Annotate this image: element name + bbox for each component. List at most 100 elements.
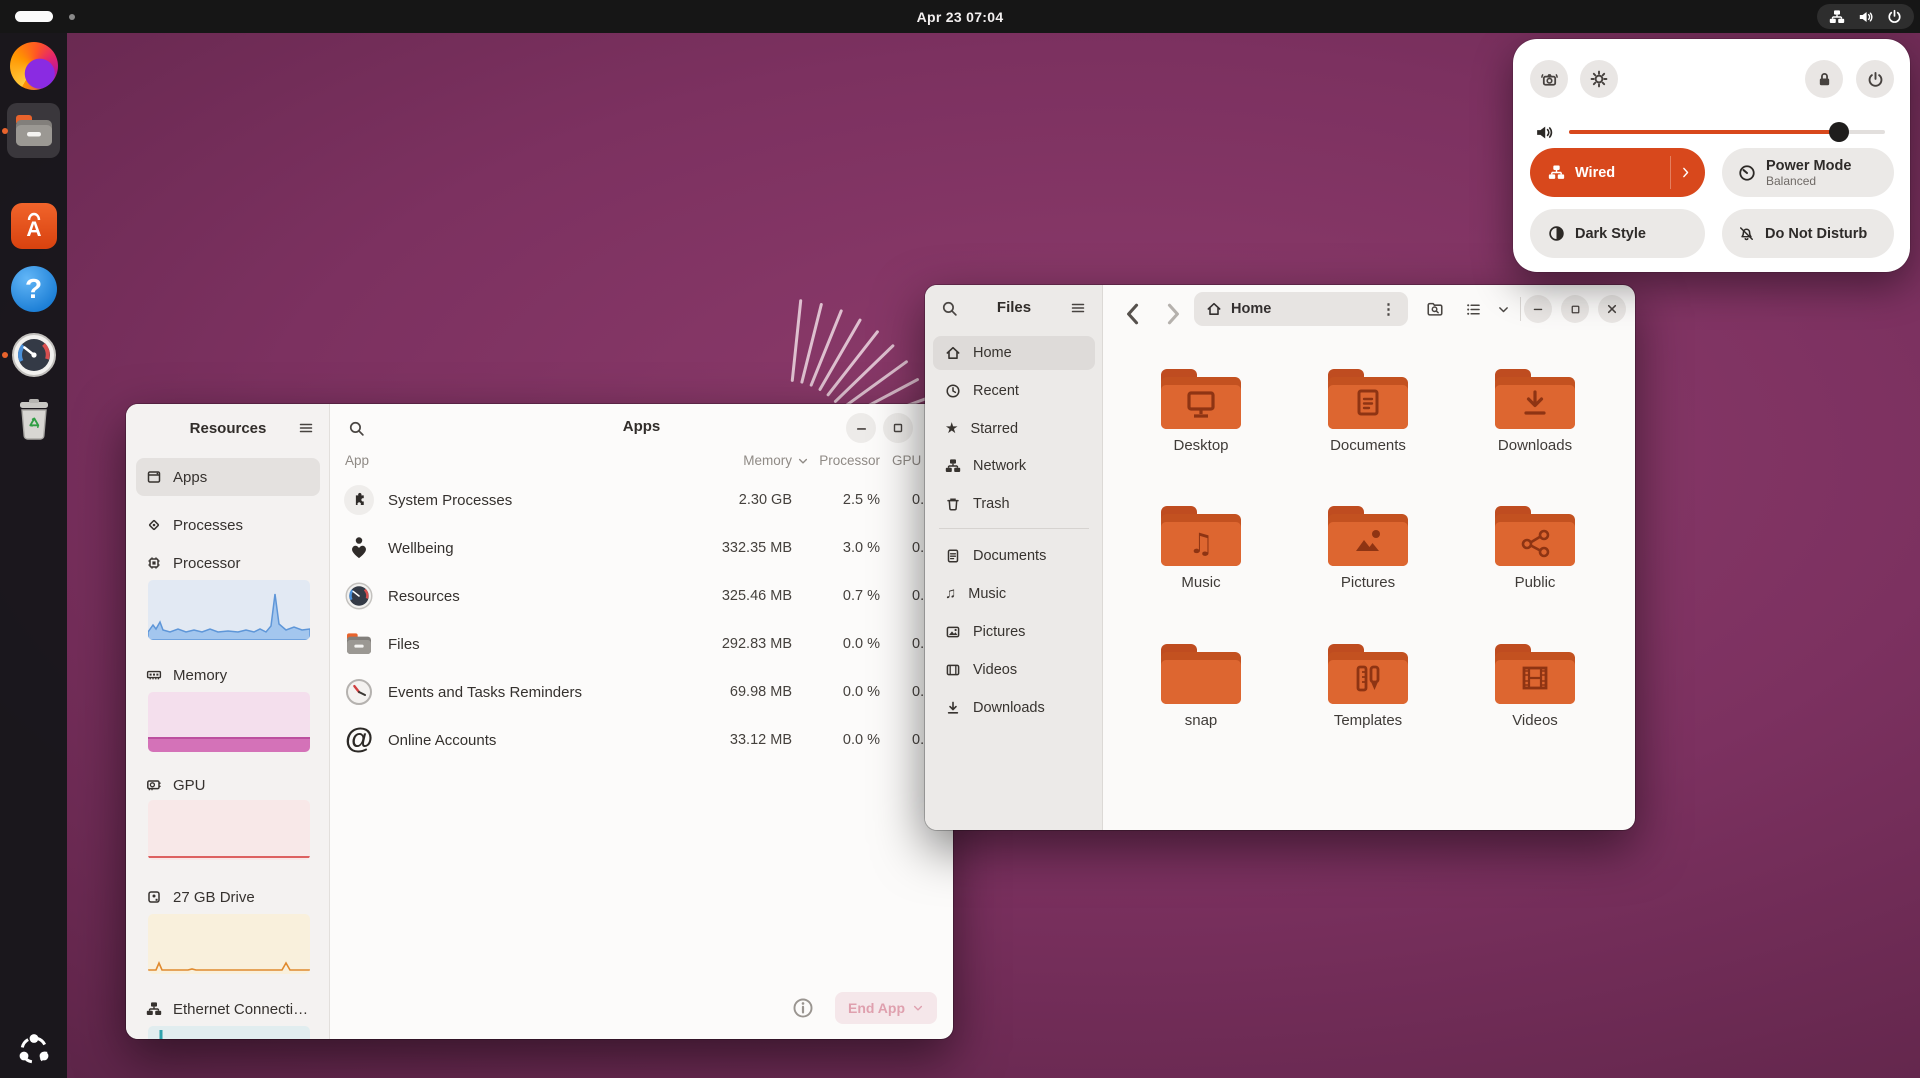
column-header-app[interactable]: App xyxy=(345,453,369,468)
ethernet-usage-chart xyxy=(148,1026,310,1039)
maximize-button[interactable] xyxy=(1561,295,1589,323)
dock-item-firefox[interactable] xyxy=(0,42,67,90)
dock-item-resources[interactable] xyxy=(0,332,67,378)
files-app-icon xyxy=(13,113,55,149)
volume-icon xyxy=(1858,9,1874,25)
folder-desktop[interactable]: Desktop xyxy=(1126,367,1276,454)
sidebar-item-ethernet[interactable]: Ethernet Connecti… xyxy=(136,990,320,1028)
sidebar-item-pictures[interactable]: Pictures xyxy=(933,615,1095,649)
folder-pictures[interactable]: Pictures xyxy=(1293,504,1443,591)
maximize-button[interactable] xyxy=(883,413,913,443)
folder-public[interactable]: Public xyxy=(1460,504,1610,591)
sidebar-item-home[interactable]: Home xyxy=(933,336,1095,370)
dock-item-trash[interactable] xyxy=(0,397,67,443)
power-button[interactable] xyxy=(1856,60,1894,98)
resources-window: Resources Apps Processes Processor xyxy=(126,404,953,1039)
processor-usage-chart xyxy=(148,580,310,640)
screenshot-camera-icon xyxy=(1540,70,1559,89)
minimize-button[interactable] xyxy=(846,413,876,443)
home-icon xyxy=(945,345,961,361)
sidebar-item-trash[interactable]: Trash xyxy=(933,487,1095,521)
back-button[interactable] xyxy=(1119,300,1147,328)
column-header-processor[interactable]: Processor xyxy=(816,453,880,468)
path-bar[interactable]: Home ⋮ xyxy=(1194,292,1408,326)
sort-chevron-icon xyxy=(797,455,809,467)
settings-button[interactable] xyxy=(1580,60,1618,98)
folder-videos[interactable]: Videos xyxy=(1460,642,1610,729)
lock-button[interactable] xyxy=(1805,60,1843,98)
folder-music[interactable]: ♫ Music xyxy=(1126,504,1276,591)
current-location: Home xyxy=(1231,301,1271,317)
app-row-wellbeing[interactable]: Wellbeing 332.35 MB 3.0 % 0. xyxy=(330,524,953,572)
sidebar-item-drive[interactable]: 27 GB Drive xyxy=(136,878,320,916)
sidebar-item-music[interactable]: ♫ Music xyxy=(933,577,1095,611)
lock-icon xyxy=(1816,71,1833,88)
clock-app-icon xyxy=(345,678,373,706)
column-header-memory[interactable]: Memory xyxy=(732,453,792,468)
app-row-online-accounts[interactable]: @ Online Accounts 33.12 MB 0.0 % 0. xyxy=(330,716,953,764)
clock[interactable]: Apr 23 07:04 xyxy=(0,0,1920,33)
window-icon xyxy=(146,469,162,485)
processes-icon xyxy=(146,517,162,533)
end-app-button[interactable]: End App xyxy=(835,992,937,1024)
folder-downloads[interactable]: Downloads xyxy=(1460,367,1610,454)
dock-item-show-apps[interactable] xyxy=(0,1033,67,1067)
music-emblem-icon: ♫ xyxy=(1188,527,1213,560)
dock-item-files[interactable] xyxy=(0,103,67,158)
files-main: Home ⋮ Desktop xyxy=(1103,285,1635,830)
wired-network-tile[interactable]: Wired xyxy=(1530,148,1705,197)
app-row-files[interactable]: Files 292.83 MB 0.0 % 0. xyxy=(330,620,953,668)
picture-icon xyxy=(945,624,961,640)
close-button[interactable] xyxy=(1598,295,1626,323)
sidebar-item-gpu[interactable]: GPU xyxy=(136,766,320,804)
tile-divider xyxy=(1670,156,1671,189)
at-icon: @ xyxy=(345,723,373,756)
top-bar: Apr 23 07:04 xyxy=(0,0,1920,33)
folder-snap[interactable]: snap xyxy=(1126,642,1276,729)
sidebar-item-videos[interactable]: Videos xyxy=(933,653,1095,687)
view-options-chevron-icon[interactable] xyxy=(1497,303,1510,316)
sidebar-item-processes[interactable]: Processes xyxy=(136,506,320,544)
dark-style-tile[interactable]: Dark Style xyxy=(1530,209,1705,258)
volume-slider-knob[interactable] xyxy=(1829,122,1849,142)
forward-button[interactable] xyxy=(1159,300,1187,328)
volume-slider[interactable] xyxy=(1569,130,1885,134)
resources-app-icon xyxy=(345,582,373,610)
sidebar-item-apps[interactable]: Apps xyxy=(136,458,320,496)
info-icon[interactable] xyxy=(792,997,814,1019)
sidebar-item-network[interactable]: Network xyxy=(933,449,1095,483)
film-icon xyxy=(945,662,961,678)
dock-item-help[interactable]: ? xyxy=(0,266,67,312)
folder-templates[interactable]: Templates xyxy=(1293,642,1443,729)
menu-icon[interactable] xyxy=(298,420,314,436)
network-icon xyxy=(945,458,961,474)
sidebar-item-documents[interactable]: Documents xyxy=(933,539,1095,573)
app-row-resources[interactable]: Resources 325.46 MB 0.7 % 0. xyxy=(330,572,953,620)
drive-icon xyxy=(146,889,162,905)
chevron-right-icon[interactable] xyxy=(1679,166,1692,179)
sidebar-divider xyxy=(939,528,1089,529)
app-row-system-processes[interactable]: System Processes 2.30 GB 2.5 % 0. xyxy=(330,476,953,524)
menu-icon[interactable] xyxy=(1070,300,1086,316)
sidebar-item-memory[interactable]: Memory xyxy=(136,656,320,694)
minimize-button[interactable] xyxy=(1524,295,1552,323)
sidebar-item-starred[interactable]: ★ Starred xyxy=(933,412,1095,446)
do-not-disturb-tile[interactable]: Do Not Disturb xyxy=(1722,209,1894,258)
folder-documents[interactable]: Documents xyxy=(1293,367,1443,454)
sidebar-item-downloads[interactable]: Downloads xyxy=(933,691,1095,725)
column-header-gpu[interactable]: GPU xyxy=(892,453,921,468)
app-row-events-reminders[interactable]: Events and Tasks Reminders 69.98 MB 0.0 … xyxy=(330,668,953,716)
screenshot-button[interactable] xyxy=(1530,60,1568,98)
dock-item-app-center[interactable]: A xyxy=(0,203,67,249)
gpu-icon xyxy=(146,777,162,793)
system-tray[interactable] xyxy=(1817,4,1914,29)
power-mode-tile[interactable]: Power Mode Balanced xyxy=(1722,148,1894,197)
list-view-icon[interactable] xyxy=(1465,301,1482,318)
kebab-menu-icon[interactable]: ⋮ xyxy=(1381,300,1396,318)
memory-icon xyxy=(146,667,162,683)
sidebar-item-processor[interactable]: Processor xyxy=(136,544,320,582)
resources-main: Apps App Memory Processor GPU System Pro… xyxy=(330,404,953,1039)
gear-icon xyxy=(1590,70,1608,88)
search-folder-icon[interactable] xyxy=(1426,300,1444,318)
sidebar-item-recent[interactable]: Recent xyxy=(933,374,1095,408)
